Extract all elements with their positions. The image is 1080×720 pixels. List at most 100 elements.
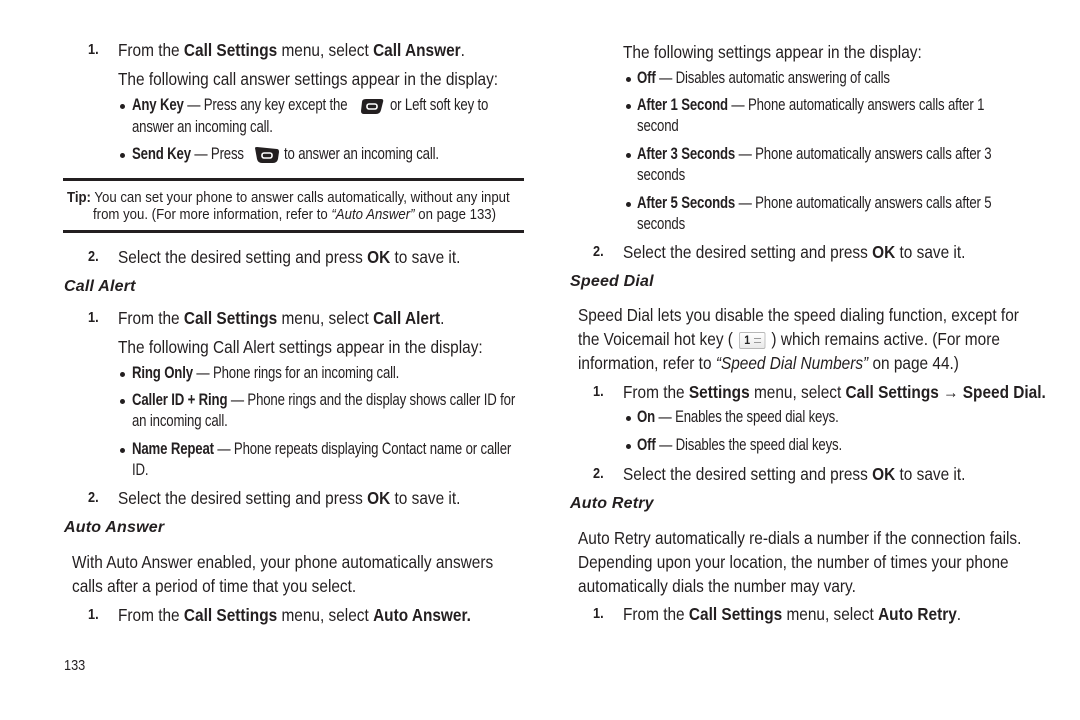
key-name: OK — [367, 488, 391, 508]
bullet — [120, 372, 125, 377]
option-name-repeat-line2: ID. — [132, 461, 149, 479]
tip-line-1: Tip: You can set your phone to answer ca… — [67, 189, 510, 206]
option-send-key-cont: to answer an incoming call. — [284, 145, 439, 163]
option-any-key-cont: or Left soft key to — [390, 96, 489, 114]
option-desc: — Phone rings and the display shows call… — [227, 391, 516, 409]
text: Select the desired setting and press — [118, 247, 368, 267]
bullet — [626, 202, 631, 207]
option-off-speed-dial: Off — Disables the speed dial keys. — [637, 436, 842, 455]
option-desc: — Disables the speed dial keys. — [655, 436, 842, 454]
option-desc: — Phone automatically answers calls afte… — [735, 194, 992, 212]
auto-answer-step-2-text: Select the desired setting and press OK … — [623, 242, 965, 263]
section-heading-auto-answer: Auto Answer — [64, 519, 165, 536]
option-after-5-seconds-line2: seconds — [637, 215, 686, 233]
bullet — [626, 104, 631, 109]
key-name: OK — [872, 242, 896, 262]
call-answer-intro: The following call answer settings appea… — [118, 69, 499, 89]
option-desc: — Phone repeats displaying Contact name … — [213, 440, 512, 458]
tip-line-2: from you. (For more information, refer t… — [93, 206, 496, 223]
auto-retry-step-1-text: From the Call Settings menu, select Auto… — [623, 604, 961, 625]
tip-text: from you. (For more information, refer t… — [93, 206, 332, 223]
speed-dial-para-line-1: Speed Dial lets you disable the speed di… — [578, 305, 1019, 325]
bullet — [120, 104, 125, 109]
option-name: Auto Retry — [878, 604, 957, 624]
option-name: Auto Answer. — [373, 605, 471, 625]
auto-answer-para-line-1: With Auto Answer enabled, your phone aut… — [72, 552, 494, 572]
option-term: Caller ID + Ring — [132, 391, 228, 409]
auto-retry-para-line-2: Depending upon your location, the number… — [578, 552, 1009, 572]
option-after-3-seconds: After 3 Seconds — Phone automatically an… — [637, 145, 992, 164]
tip-bottom-rule — [63, 230, 524, 233]
menu-name: Call Settings — [183, 308, 278, 328]
option-after-3-seconds-line2: seconds — [637, 166, 686, 184]
speed-dial-step-1-text: From the Settings menu, select Call Sett… — [623, 382, 1046, 403]
voicemail-key-icon: 1 — [738, 331, 766, 349]
text: From the — [118, 308, 184, 328]
option-term: Any Key — [132, 96, 184, 114]
text: menu, select — [277, 308, 374, 328]
bullet — [120, 448, 125, 453]
option-name-repeat: Name Repeat — Phone repeats displaying C… — [132, 440, 511, 459]
speed-dial-step-1: 1. — [593, 383, 606, 401]
text: menu, select — [749, 382, 846, 402]
option-desc: — Press any key except the — [183, 96, 348, 114]
option-term: On — [637, 408, 656, 426]
step-number: 1. — [593, 383, 604, 400]
auto-retry-para-line-3: automatically dials the number may vary. — [578, 576, 856, 596]
text: . — [440, 308, 445, 328]
option-caller-id-ring-line2: an incoming call. — [132, 412, 228, 430]
section-heading-speed-dial: Speed Dial — [570, 273, 654, 290]
menu-path: Call Settings → Speed Dial. — [845, 382, 1046, 402]
option-on: On — Enables the speed dial keys. — [637, 408, 839, 427]
menu-name: Call Settings — [183, 40, 278, 60]
option-after-1-second: After 1 Second — Phone automatically ans… — [637, 96, 984, 115]
option-desc: — Press — [190, 145, 244, 163]
key-name: OK — [367, 247, 391, 267]
key-name: OK — [872, 464, 896, 484]
menu-name: Settings — [688, 382, 750, 402]
auto-answer-step-1: 1. — [88, 606, 101, 624]
option-term: After 3 Seconds — [637, 145, 736, 163]
option-after-5-seconds: After 5 Seconds — Phone automatically an… — [637, 194, 992, 213]
send-key-icon — [254, 145, 280, 170]
option-term: After 1 Second — [637, 96, 728, 114]
text: From the — [118, 40, 184, 60]
menu-name: Call Settings — [688, 604, 783, 624]
voicemail-symbol-icon — [753, 337, 761, 343]
tip-text: on page 133) — [414, 206, 497, 223]
auto-answer-para-line-2: calls after a period of time that you se… — [72, 576, 357, 596]
speed-dial-para-line-3: information, refer to “Speed Dial Number… — [578, 353, 959, 374]
text: information, refer to — [578, 353, 716, 373]
speed-dial-step-2: 2. — [593, 465, 606, 483]
auto-retry-para-line-1: Auto Retry automatically re-dials a numb… — [578, 528, 1022, 548]
option-any-key: Any Key — Press any key except the — [132, 96, 348, 115]
tip-label: Tip: — [67, 189, 91, 206]
option-caller-id-ring: Caller ID + Ring — Phone rings and the d… — [132, 391, 515, 410]
text: menu, select — [277, 605, 374, 625]
bullet — [120, 153, 125, 158]
auto-answer-settings-intro: The following settings appear in the dis… — [623, 42, 922, 62]
text: Select the desired setting and press — [118, 488, 368, 508]
option-desc: — Phone rings for an incoming call. — [192, 364, 400, 382]
call-answer-step-1: 1. — [88, 41, 101, 59]
text: . — [956, 604, 962, 624]
text: to save it. — [895, 242, 966, 262]
option-name: Call Answer — [373, 40, 461, 60]
call-answer-step-1-text: From the Call Settings menu, select Call… — [118, 40, 465, 61]
text: . — [460, 40, 465, 60]
option-ring-only: Ring Only — Phone rings for an incoming … — [132, 364, 399, 383]
option-term: Off — [637, 69, 656, 87]
option-desc: — Phone automatically answers calls afte… — [727, 96, 985, 114]
text: the Voicemail hot key ( — [578, 329, 738, 349]
text: menu, select — [782, 604, 879, 624]
speed-dial-para-line-2: the Voicemail hot key ( 1 ) which remain… — [578, 329, 1000, 350]
option-any-key-line2: answer an incoming call. — [132, 118, 273, 136]
option-desc: — Disables automatic answering of calls — [655, 69, 890, 87]
call-alert-intro: The following Call Alert settings appear… — [118, 337, 483, 357]
cross-reference-link[interactable]: “Auto Answer” — [331, 206, 414, 223]
auto-retry-step-1: 1. — [593, 605, 606, 623]
text: From the — [623, 382, 689, 402]
step-number: 2. — [593, 465, 604, 482]
call-alert-step-2-text: Select the desired setting and press OK … — [118, 488, 460, 509]
cross-reference-link[interactable]: “Speed Dial Numbers” — [716, 353, 868, 373]
